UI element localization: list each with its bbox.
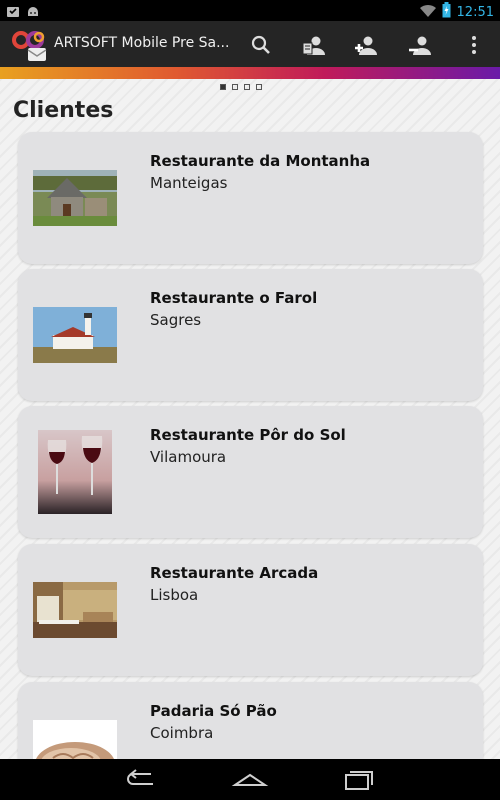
client-city: Lisboa	[150, 586, 199, 604]
app-title: ARTSOFT Mobile Pre Sa...	[54, 35, 230, 51]
battery-charging-icon	[442, 2, 451, 22]
brand-gradient-strip	[0, 67, 500, 79]
client-photo-bread	[33, 720, 117, 759]
add-person-icon[interactable]	[354, 33, 378, 57]
client-name: Restaurante Pôr do Sol	[150, 426, 346, 444]
notification-icon	[6, 3, 20, 22]
client-name: Padaria Só Pão	[150, 702, 277, 720]
client-photo-lighthouse	[33, 307, 117, 363]
wifi-icon	[419, 3, 436, 22]
navigation-bar	[0, 759, 500, 800]
client-name: Restaurante da Montanha	[150, 152, 371, 170]
client-photo-mountain-house	[33, 170, 117, 226]
page-dot	[232, 84, 238, 90]
search-icon[interactable]	[249, 33, 273, 57]
page-dot	[220, 84, 226, 90]
overflow-menu-icon[interactable]	[462, 33, 486, 57]
clock: 12:51	[456, 4, 494, 20]
client-photo-wine-glasses	[38, 430, 112, 514]
status-bar: 12:51	[0, 0, 500, 21]
client-name: Restaurante Arcada	[150, 564, 319, 582]
page-title: Clientes	[13, 98, 114, 123]
client-card[interactable]: Restaurante da Montanha Manteigas	[18, 132, 483, 264]
client-city: Sagres	[150, 311, 202, 329]
app-logo-icon[interactable]	[10, 27, 50, 63]
client-card[interactable]: Restaurante Arcada Lisboa	[18, 544, 483, 676]
client-city: Manteigas	[150, 174, 228, 192]
home-icon[interactable]	[230, 767, 270, 791]
back-icon[interactable]	[123, 767, 163, 791]
main-content[interactable]: Clientes Restaurante da Montanha Manteig…	[0, 79, 500, 759]
client-city: Coimbra	[150, 724, 214, 742]
client-card[interactable]: Restaurante Pôr do Sol Vilamoura	[18, 406, 483, 538]
client-name: Restaurante o Farol	[150, 289, 318, 307]
client-city: Vilamoura	[150, 448, 227, 466]
client-card[interactable]: Padaria Só Pão Coimbra	[18, 682, 483, 759]
page-dot	[244, 84, 250, 90]
android-icon	[26, 3, 40, 22]
client-card-icon[interactable]	[302, 33, 326, 57]
page-indicator	[220, 84, 262, 90]
client-card[interactable]: Restaurante o Farol Sagres	[18, 269, 483, 401]
client-photo-arcade-restaurant	[33, 582, 117, 638]
recents-icon[interactable]	[337, 767, 377, 791]
remove-person-icon[interactable]	[408, 33, 432, 57]
action-bar: ARTSOFT Mobile Pre Sa...	[0, 21, 500, 67]
page-dot	[256, 84, 262, 90]
